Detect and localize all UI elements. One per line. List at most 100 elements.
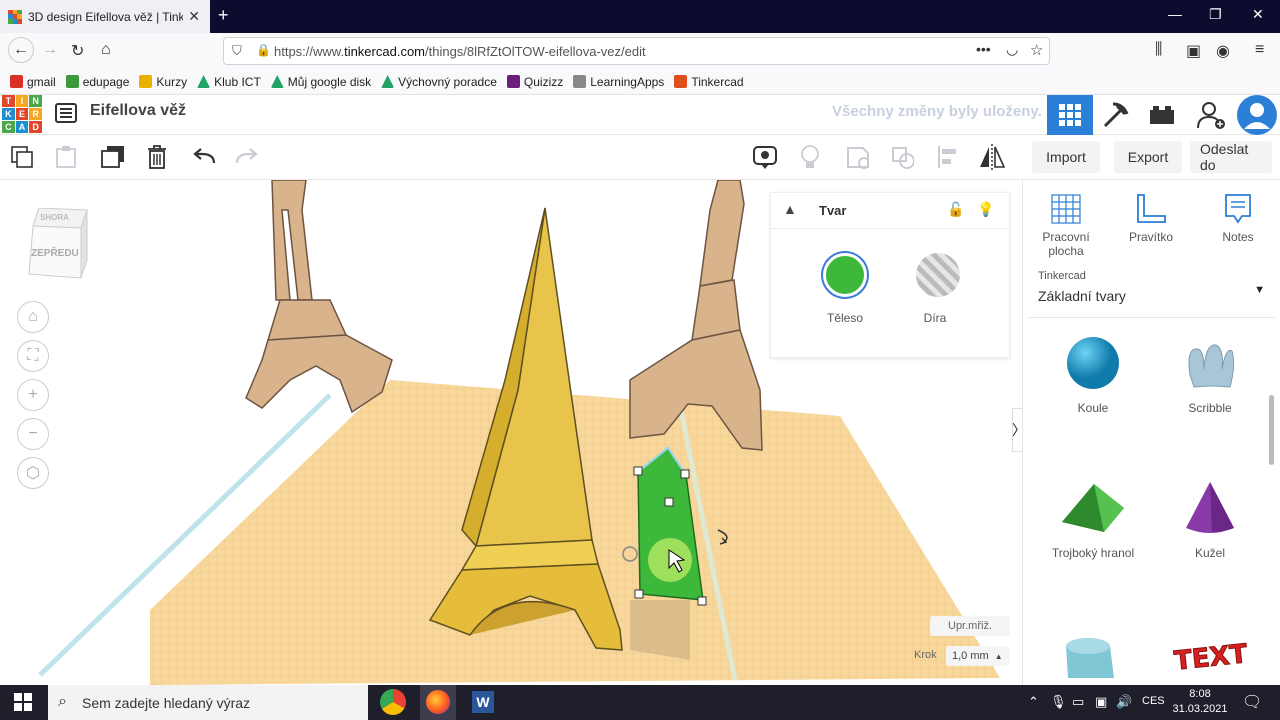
library-icon[interactable]: ⫼ [1155, 41, 1162, 59]
bookmark-gmail[interactable]: gmail [10, 75, 56, 89]
reload-icon[interactable]: ↻ [71, 41, 84, 61]
notes-button[interactable]: Notes [1203, 192, 1273, 244]
ruler-button[interactable]: Pravítko [1116, 192, 1186, 244]
home-view-icon[interactable]: ⌂ [17, 301, 49, 333]
account-icon[interactable]: ◉ [1216, 41, 1230, 61]
step-select[interactable]: 1,0 mm ▲ [946, 646, 1010, 666]
bricks-button[interactable] [1139, 95, 1185, 135]
clock[interactable]: 8:08 31.03.2021 [1172, 687, 1228, 717]
bookmark-star-icon[interactable]: ☆ [1030, 41, 1043, 59]
resize-handle[interactable] [633, 466, 643, 476]
resize-handle[interactable] [697, 596, 707, 606]
project-title[interactable]: Eifellova věž [90, 102, 186, 120]
taskbar-search-input[interactable]: ⌕ Sem zadejte hledaný výraz [48, 685, 368, 720]
resize-handle[interactable] [634, 589, 644, 599]
mirror-icon[interactable] [978, 144, 1006, 170]
hole-swatch[interactable] [916, 253, 960, 297]
notifications-icon[interactable]: 🗨 [1242, 692, 1262, 712]
shape-text[interactable]: TEXT [1160, 626, 1260, 685]
eiffel-tower-brown-left[interactable] [245, 180, 393, 414]
url-bar[interactable]: ⛉ 🔒 https://www. tinkercad.com/things/8lR… [223, 37, 1050, 65]
microphone-icon[interactable]: 🎙 [1050, 694, 1067, 710]
solid-color-swatch[interactable] [823, 253, 867, 297]
lightbulb-icon[interactable] [798, 145, 822, 169]
tinkercad-logo[interactable]: T I N K E R C A D [2, 95, 42, 133]
minimize-icon[interactable]: — [1168, 6, 1182, 22]
group-icon[interactable] [845, 145, 869, 169]
home-icon[interactable]: ⌂ [101, 41, 111, 59]
browser-tab[interactable]: 3D design Eifellova věž | Tinkercad ✕ [0, 0, 210, 33]
user-avatar[interactable] [1234, 95, 1280, 135]
shape-triangular-prism[interactable]: Trojboký hranol [1043, 480, 1143, 560]
perspective-icon[interactable]: ⬡ [17, 457, 49, 489]
chrome-icon[interactable] [380, 689, 406, 715]
volume-icon[interactable]: 🔊 [1116, 694, 1132, 710]
workplane-button[interactable]: Pracovní plocha [1031, 192, 1101, 258]
delete-icon[interactable] [145, 145, 169, 169]
sidebar-icon[interactable]: ▣ [1186, 41, 1201, 61]
battery-icon[interactable]: ▭ [1072, 694, 1084, 710]
google-drive-icon [270, 75, 284, 88]
zoom-in-icon[interactable]: + [17, 379, 49, 411]
send-to-button[interactable]: Odeslat do [1190, 141, 1272, 173]
tab-close-icon[interactable]: ✕ [188, 8, 200, 25]
app-menu-icon[interactable]: ≡ [1255, 41, 1264, 59]
resize-handle[interactable] [664, 497, 674, 507]
pocket-icon[interactable]: ◡ [1006, 41, 1018, 58]
design-menu-icon[interactable] [55, 103, 77, 123]
zoom-out-icon[interactable]: − [17, 418, 49, 450]
panel-scrollbar[interactable] [1269, 395, 1274, 465]
kurzy-icon [139, 75, 153, 88]
3d-workspace[interactable]: SHORA ZEPŘEDU ⌂ ⛶ + − ⬡ ▲ Tvar 🔓 💡 Těles… [0, 180, 1022, 685]
notes-tool-icon[interactable] [752, 145, 778, 169]
light-bulb-icon[interactable]: 💡 [977, 201, 994, 218]
blocks-button[interactable] [1093, 95, 1139, 135]
forward-icon[interactable]: → [42, 41, 58, 59]
shield-icon[interactable]: ⛉ [232, 43, 242, 59]
export-button[interactable]: Export [1114, 141, 1182, 173]
resize-handle[interactable] [680, 469, 690, 479]
tray-expand-icon[interactable]: ⌃ [1028, 694, 1039, 710]
bookmark-klub-ict[interactable]: Klub ICT [197, 75, 261, 89]
paste-icon[interactable] [54, 145, 78, 169]
page-actions-icon[interactable]: ••• [976, 41, 991, 57]
back-icon[interactable]: ← [8, 37, 34, 63]
window-close-icon[interactable]: ✕ [1252, 6, 1264, 23]
shape-half-cylinder[interactable] [1043, 626, 1143, 685]
network-icon[interactable]: ▣ [1095, 694, 1107, 710]
maximize-icon[interactable]: ❐ [1209, 6, 1222, 23]
ungroup-icon[interactable] [890, 145, 914, 169]
3d-view-button[interactable] [1047, 95, 1093, 135]
bookmark-tinkercad[interactable]: Tinkercad [674, 75, 744, 89]
bookmark-google-disk[interactable]: Můj google disk [270, 75, 371, 89]
bookmark-vychovny-poradce[interactable]: Výchovný poradce [381, 75, 497, 89]
duplicate-icon[interactable] [100, 145, 124, 169]
bookmark-learningapps[interactable]: LearningApps [573, 75, 664, 89]
bookmark-kurzy[interactable]: Kurzy [139, 75, 187, 89]
edit-grid-button[interactable]: Upr.mřiž. [930, 616, 1010, 636]
language-indicator[interactable]: CES [1142, 695, 1165, 707]
fit-view-icon[interactable]: ⛶ [17, 340, 49, 372]
shape-cone[interactable]: Kužel [1160, 480, 1260, 560]
shape-scribble[interactable]: Scribble [1160, 335, 1260, 415]
tinkercad-icon [674, 75, 688, 88]
import-button[interactable]: Import [1032, 141, 1100, 173]
windows-start-icon[interactable] [14, 693, 32, 714]
new-tab-icon[interactable]: + [218, 5, 229, 26]
view-cube[interactable]: SHORA ZEPŘEDU [25, 208, 88, 279]
library-select[interactable]: Tinkercad Základní tvary ▼ [1028, 264, 1275, 318]
panel-toggle-icon[interactable]: 〉 [1012, 408, 1022, 452]
bookmark-quizizz[interactable]: Quizizz [506, 75, 563, 89]
align-icon[interactable] [936, 145, 960, 169]
invite-user-button[interactable] [1188, 95, 1234, 135]
firefox-taskbar-button[interactable] [420, 685, 456, 720]
word-icon[interactable]: W [472, 691, 494, 713]
lock-icon[interactable]: 🔓 [947, 201, 964, 218]
bookmark-edupage[interactable]: edupage [65, 75, 129, 89]
shape-sphere[interactable]: Koule [1043, 335, 1143, 415]
viewcube-top-label: SHORA [40, 213, 69, 222]
copy-icon[interactable] [10, 145, 34, 169]
undo-icon[interactable] [192, 145, 216, 169]
redo-icon[interactable] [235, 145, 259, 169]
collapse-icon[interactable]: ▲ [783, 201, 797, 217]
